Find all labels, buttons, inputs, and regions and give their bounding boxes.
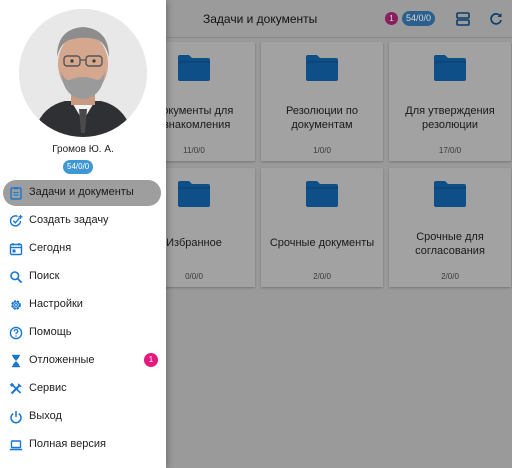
- folder-icon: [177, 180, 211, 208]
- menu-item-label: Сегодня: [29, 242, 72, 254]
- card-count: 2/0/0: [313, 272, 331, 281]
- folder-icon: [433, 180, 467, 208]
- card-resolutions[interactable]: Резолюции по документам 1/0/0: [261, 42, 383, 161]
- calendar-today-icon: [9, 242, 23, 256]
- menu-item-full-version[interactable]: Полная версия: [3, 432, 161, 458]
- postponed-count-badge: 1: [144, 353, 158, 367]
- card-count: 17/0/0: [438, 146, 462, 155]
- help-icon: [9, 326, 23, 340]
- card-label: Для утверждения резолюции: [405, 105, 495, 131]
- add-task-icon: [9, 214, 23, 228]
- counter-badge: 54/0/0: [402, 11, 436, 26]
- menu-item-label: Задачи и документы: [29, 186, 134, 198]
- avatar[interactable]: [19, 9, 147, 137]
- menu-item-settings[interactable]: Настройки: [3, 292, 161, 318]
- menu-item-today[interactable]: Сегодня: [3, 236, 161, 262]
- card-label: Резолюции по документам: [286, 105, 358, 131]
- menu-item-postponed[interactable]: Отложенные 1: [3, 348, 161, 374]
- menu-item-label: Полная версия: [29, 438, 106, 450]
- tools-icon: [9, 382, 23, 396]
- menu-item-label: Создать задачу: [29, 214, 109, 226]
- user-counter-badge: 54/0/0: [63, 160, 94, 174]
- menu-item-service[interactable]: Сервис: [3, 376, 161, 402]
- card-count: 2/0/0: [441, 272, 459, 281]
- user-name: Громов Ю. А.: [52, 144, 114, 155]
- menu-item-search[interactable]: Поиск: [3, 264, 161, 290]
- menu-item-tasks-documents[interactable]: Задачи и документы: [3, 180, 161, 206]
- gear-icon: [9, 298, 23, 312]
- card-label: Срочные документы: [269, 237, 375, 249]
- menu-item-help[interactable]: Помощь: [3, 320, 161, 346]
- folder-icon: [305, 54, 339, 82]
- folder-icon: [433, 54, 467, 82]
- clipboard-icon: [9, 186, 23, 200]
- card-label: Срочные для согласования: [415, 231, 485, 257]
- page-title: Задачи и документы: [203, 12, 318, 26]
- menu-item-label: Сервис: [29, 382, 67, 394]
- menu-item-logout[interactable]: Выход: [3, 404, 161, 430]
- power-icon: [9, 410, 23, 424]
- card-urgent-documents[interactable]: Срочные документы 2/0/0: [261, 168, 383, 287]
- menu-item-label: Поиск: [29, 270, 60, 282]
- navigation-drawer: Громов Ю. А. 54/0/0 Задачи и документы С…: [0, 0, 166, 468]
- refresh-icon[interactable]: [488, 11, 504, 27]
- card-count: 1/0/0: [313, 146, 331, 155]
- folder-icon: [177, 54, 211, 82]
- card-urgent-approval[interactable]: Срочные для согласования 2/0/0: [389, 168, 511, 287]
- card-approve-resolutions[interactable]: Для утверждения резолюции 17/0/0: [389, 42, 511, 161]
- menu-item-label: Отложенные: [29, 354, 95, 366]
- menu-item-label: Настройки: [29, 298, 83, 310]
- notification-badge[interactable]: 1: [385, 12, 398, 25]
- menu-item-label: Помощь: [29, 326, 72, 338]
- hourglass-icon: [9, 354, 23, 368]
- layout-toggle-icon[interactable]: [455, 11, 471, 27]
- menu-item-create-task[interactable]: Создать задачу: [3, 208, 161, 234]
- laptop-icon: [9, 438, 23, 452]
- folder-icon: [305, 180, 339, 208]
- search-icon: [9, 270, 23, 284]
- menu-item-label: Выход: [29, 410, 62, 422]
